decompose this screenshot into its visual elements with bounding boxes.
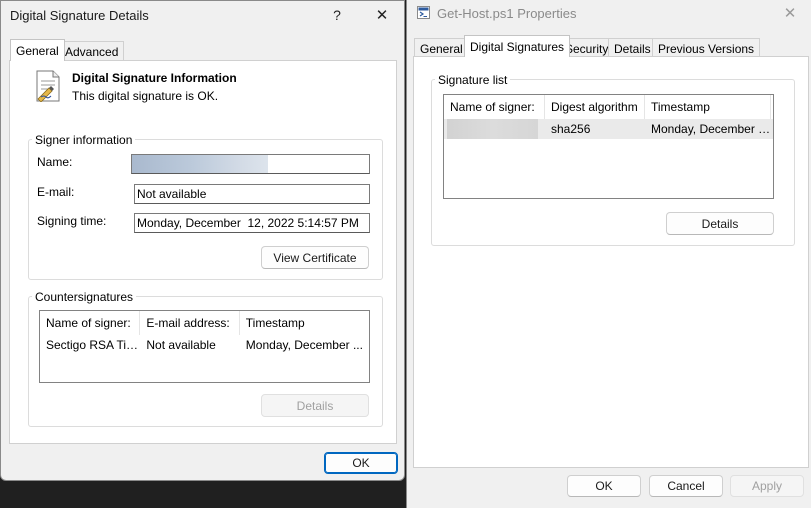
column-name-of-signer[interactable]: Name of signer:	[444, 95, 545, 119]
countersignature-details-button[interactable]: Details	[261, 394, 369, 417]
certificate-document-icon	[34, 70, 62, 103]
signer-information-label: Signer information	[32, 133, 136, 147]
general-tab-panel: Digital Signature Information This digit…	[9, 60, 397, 444]
email-label: E-mail:	[37, 185, 75, 199]
close-button[interactable]: ✕	[775, 0, 805, 26]
list-item[interactable]: Sectigo RSA Tim... Not available Monday,…	[40, 335, 369, 355]
tab-digital-signatures-label: Digital Signatures	[470, 39, 565, 54]
redacted-name	[132, 155, 268, 173]
tab-general-label: General	[16, 43, 59, 58]
cell-timestamp: Monday, December 1...	[651, 122, 771, 136]
column-name-of-signer[interactable]: Name of signer:	[40, 311, 141, 335]
view-certificate-button[interactable]: View Certificate	[261, 246, 369, 269]
tab-details[interactable]: Details	[608, 38, 657, 58]
signature-list[interactable]: Name of signer: Digest algorithm Timesta…	[443, 94, 774, 199]
cell-email: Not available	[146, 338, 216, 352]
email-field[interactable]: Not available	[134, 184, 370, 204]
tab-previous-versions-label: Previous Versions	[658, 41, 755, 56]
cell-digest: sha256	[551, 122, 591, 136]
countersignatures-list[interactable]: Name of signer: E-mail address: Timestam…	[39, 310, 370, 383]
column-timestamp[interactable]: Timestamp	[645, 95, 771, 119]
ok-button[interactable]: OK	[324, 452, 398, 474]
digital-signature-details-window: Digital Signature Details ? ✕ General Ad…	[0, 0, 405, 481]
info-heading: Digital Signature Information	[72, 71, 237, 85]
list-item[interactable]: sha256 Monday, December 1...	[444, 119, 773, 139]
file-properties-window: Get-Host.ps1 Properties ✕ General Digita…	[406, 0, 811, 508]
window-title: Digital Signature Details	[10, 8, 149, 23]
tab-previous-versions[interactable]: Previous Versions	[652, 38, 761, 58]
close-button[interactable]: ✕	[367, 2, 397, 28]
name-label: Name:	[37, 155, 73, 169]
tab-general[interactable]: General	[414, 38, 469, 58]
help-button[interactable]: ?	[322, 2, 352, 28]
list-header: Name of signer: Digest algorithm Timesta…	[444, 95, 773, 119]
ok-button[interactable]: OK	[567, 475, 641, 497]
tab-digital-signatures[interactable]: Digital Signatures	[464, 35, 571, 57]
tab-advanced[interactable]: Advanced	[59, 41, 125, 61]
tab-general[interactable]: General	[10, 39, 65, 61]
tab-details-label: Details	[614, 41, 651, 56]
redacted-signer-name	[447, 119, 538, 139]
signing-time-field[interactable]: Monday, December 12, 2022 5:14:57 PM	[134, 213, 370, 233]
signature-list-label: Signature list	[435, 73, 511, 87]
signature-details-button[interactable]: Details	[666, 212, 774, 235]
signer-name-field[interactable]	[131, 154, 370, 174]
tab-security-label: Security	[565, 41, 609, 56]
window-title: Get-Host.ps1 Properties	[437, 6, 577, 21]
tab-general-label: General	[420, 41, 463, 56]
signing-time-label: Signing time:	[37, 214, 107, 228]
cancel-button[interactable]: Cancel	[649, 475, 723, 497]
column-digest-algorithm[interactable]: Digest algorithm	[545, 95, 645, 119]
powershell-script-icon	[417, 6, 430, 19]
list-header: Name of signer: E-mail address: Timestam…	[40, 311, 369, 335]
column-timestamp[interactable]: Timestamp	[240, 311, 369, 335]
signature-status-text: This digital signature is OK.	[72, 89, 219, 103]
cell-signer-name	[444, 119, 545, 139]
digital-signatures-tab-panel: Signature list Name of signer: Digest al…	[413, 56, 809, 468]
column-email-address[interactable]: E-mail address:	[140, 311, 240, 335]
cell-timestamp: Monday, December ...	[245, 338, 363, 352]
tab-advanced-label: Advanced	[65, 44, 119, 59]
cell-signer-name: Sectigo RSA Tim...	[46, 338, 141, 352]
apply-button[interactable]: Apply	[730, 475, 804, 497]
countersignatures-label: Countersignatures	[32, 290, 137, 304]
